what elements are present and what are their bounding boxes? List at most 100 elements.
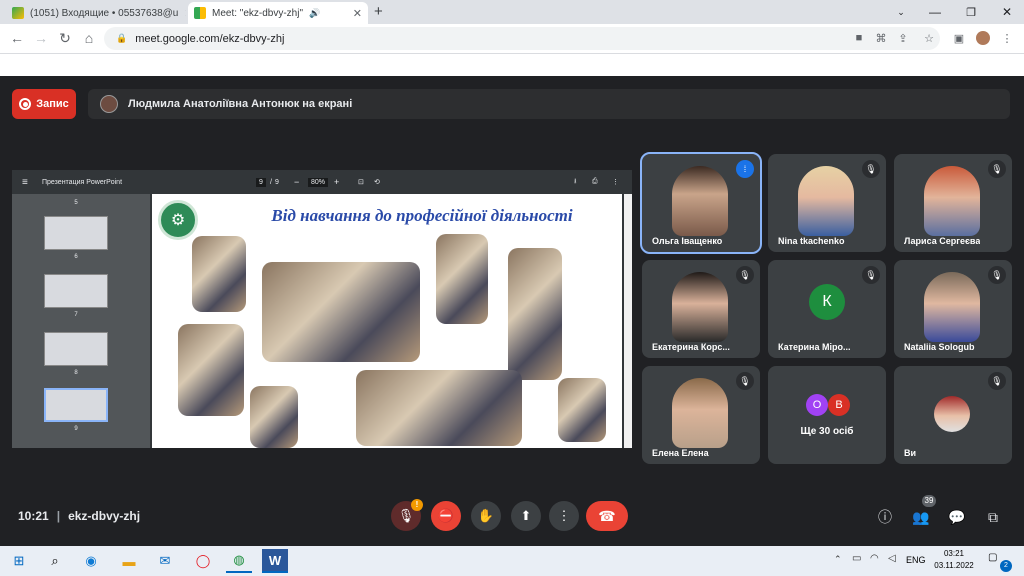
participant-tile[interactable]: ⁞ Ольга Іващенко: [640, 152, 762, 254]
file-explorer-icon[interactable]: ▬: [116, 549, 142, 573]
participant-video: [798, 166, 854, 236]
fit-page-icon[interactable]: ⊡: [358, 178, 364, 186]
recording-button[interactable]: Запис: [12, 89, 76, 119]
content-top-strip: [0, 54, 1024, 76]
meeting-details-icon[interactable]: ⓘ: [874, 506, 896, 528]
slide-photo: [178, 324, 244, 416]
tab-meet[interactable]: Meet: "ekz-dbvy-zhj" 🔊 ✕: [188, 2, 368, 24]
tab-title: Meet: "ekz-dbvy-zhj": [212, 7, 304, 19]
more-options-button[interactable]: ⋮: [549, 501, 579, 531]
meeting-code: ekz-dbvy-zhj: [68, 509, 141, 523]
download-icon[interactable]: ⭳: [574, 177, 576, 188]
home-button[interactable]: ⌂: [78, 27, 100, 49]
present-now-button[interactable]: ⬆: [511, 501, 541, 531]
volume-icon[interactable]: ◁: [888, 553, 896, 564]
profile-avatar[interactable]: [974, 29, 992, 47]
hamburger-menu-icon[interactable]: ≡: [22, 177, 28, 188]
menu-kebab-icon[interactable]: ⋮: [998, 29, 1016, 47]
slide-photo: [508, 248, 562, 380]
people-icon[interactable]: 👥: [910, 506, 932, 528]
slide-photo: [192, 236, 246, 312]
camera-icon[interactable]: ■: [850, 29, 868, 47]
minimize-button[interactable]: —: [918, 0, 952, 24]
participant-tile[interactable]: 🎙 Nataliia Sologub: [894, 260, 1012, 358]
new-tab-button[interactable]: +: [374, 3, 383, 20]
participant-tile[interactable]: 🎙 Екатерина Корс...: [642, 260, 760, 358]
self-avatar: [934, 396, 970, 432]
share-icon[interactable]: ⇪: [894, 29, 912, 47]
camera-off-button[interactable]: ⛔: [431, 501, 461, 531]
sidepanel-icon[interactable]: ▣: [950, 29, 968, 47]
close-icon[interactable]: ✕: [353, 7, 362, 20]
participant-video: [672, 378, 728, 448]
page-current-field[interactable]: 9: [256, 177, 266, 187]
participant-tile[interactable]: 🎙 Лариса Сергеєва: [894, 154, 1012, 252]
record-icon: [19, 98, 32, 110]
print-icon[interactable]: ⎙: [592, 178, 598, 186]
tab-gmail[interactable]: (1051) Входящие • 05537638@u ✕: [6, 2, 186, 24]
taskbar-clock[interactable]: 03:21 03.11.2022: [928, 548, 980, 572]
windows-start-icon[interactable]: ⊞: [6, 549, 32, 573]
search-icon[interactable]: ⌕: [42, 549, 68, 573]
translate-icon[interactable]: ⌘: [872, 29, 890, 47]
back-button[interactable]: ←: [6, 27, 28, 49]
participant-video: [672, 272, 728, 342]
more-participants-tile[interactable]: О В Ще 30 осіб: [768, 366, 886, 464]
participant-video: [924, 166, 980, 236]
close-icon[interactable]: ✕: [184, 7, 186, 20]
thumbnail-page[interactable]: [44, 216, 108, 250]
participant-tile[interactable]: К 🎙 Катерина Міро...: [768, 260, 886, 358]
zoom-in-button[interactable]: +: [334, 177, 339, 187]
zoom-field[interactable]: 80%: [308, 177, 329, 187]
participant-avatar: В: [828, 394, 850, 416]
language-indicator[interactable]: ENG: [906, 555, 926, 565]
thumbnail-page[interactable]: [44, 274, 108, 308]
chrome-icon[interactable]: ◍: [226, 549, 252, 573]
mic-off-icon: 🎙: [862, 266, 880, 284]
forward-button[interactable]: →: [30, 27, 52, 49]
word-icon[interactable]: W: [262, 549, 288, 573]
participant-tile[interactable]: 🎙 Елена Елена: [642, 366, 760, 464]
speaking-indicator-icon: ⁞: [736, 160, 754, 178]
edge-icon[interactable]: ◉: [78, 549, 104, 573]
mail-icon[interactable]: ✉: [152, 549, 178, 573]
slide-photo: [436, 234, 488, 324]
slide-canvas: ⚙ Від навчання до професійної діяльності: [152, 194, 622, 448]
self-tile[interactable]: 🎙 Ви: [894, 366, 1012, 464]
slide-photo: [558, 378, 606, 442]
tray-chevron-icon[interactable]: ⌃: [834, 554, 842, 565]
participant-name: Лариса Сергеєва: [904, 236, 981, 246]
rotate-icon[interactable]: ⟲: [374, 178, 380, 186]
thumb-page-number: 5: [74, 200, 78, 206]
opera-icon[interactable]: ◯: [190, 549, 216, 573]
presentation-pdf-viewer: ≡ Презентация PowerPoint 9 / 9 − 80% + ⊡…: [12, 170, 632, 448]
slide-photo-group: [262, 262, 420, 362]
thumb-page-number: 9: [74, 426, 78, 432]
url-field[interactable]: 🔒 meet.google.com/ekz-dbvy-zhj: [104, 27, 940, 50]
chat-icon[interactable]: 💬: [946, 506, 968, 528]
presenting-banner: Людмила Анатоліївна Антонюк на екрані: [88, 89, 1010, 119]
thumbnail-page-selected[interactable]: [44, 388, 108, 422]
scrollbar[interactable]: [624, 194, 632, 448]
participant-tile[interactable]: 🎙 Nina tkachenko: [768, 154, 886, 252]
leave-call-button[interactable]: ☎: [586, 501, 628, 531]
notification-count: 2: [1000, 560, 1012, 572]
windows-taskbar: ⊞ ⌕ ◉ ▬ ✉ ◯ ◍ W ⌃ ▭ ◠ ◁ ENG ▢ 2: [0, 546, 1024, 576]
bookmark-star-icon[interactable]: ☆: [920, 29, 938, 47]
wifi-icon[interactable]: ◠: [870, 553, 879, 564]
reload-button[interactable]: ↻: [54, 27, 76, 49]
zoom-out-button[interactable]: −: [294, 177, 299, 187]
mic-off-icon: 🎙: [736, 372, 754, 390]
thumbnail-page[interactable]: [44, 332, 108, 366]
activities-icon[interactable]: ⧉: [982, 506, 1004, 528]
slide-photo: [250, 386, 298, 448]
window-close-button[interactable]: ✕: [990, 0, 1024, 24]
network-icon[interactable]: ▭: [852, 553, 861, 564]
more-options-icon[interactable]: ⋮: [612, 178, 619, 186]
thumb-page-number: 7: [74, 312, 78, 318]
thumb-page-number: 6: [74, 254, 78, 260]
restore-button[interactable]: ❐: [954, 0, 988, 24]
tab-search-icon[interactable]: ⌄: [884, 0, 918, 24]
speaker-icon[interactable]: 🔊: [309, 8, 320, 19]
raise-hand-button[interactable]: ✋: [471, 501, 501, 531]
